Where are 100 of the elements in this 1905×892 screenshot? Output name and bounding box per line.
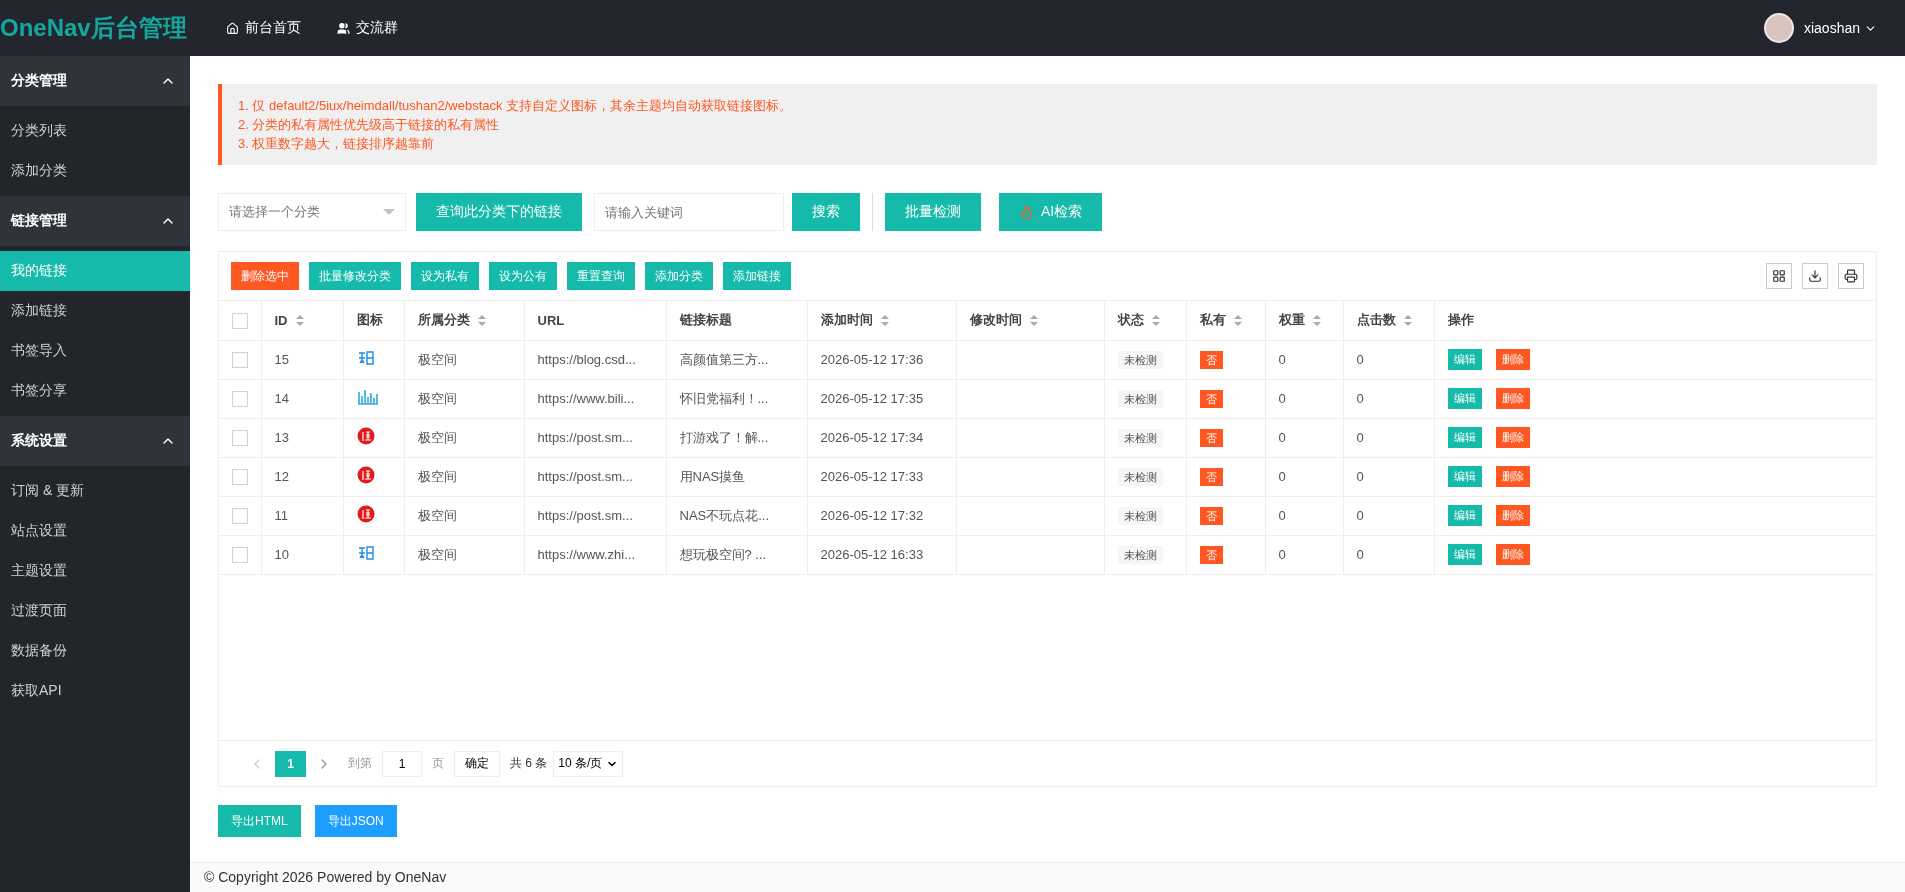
delete-button[interactable]: 删除 [1495, 466, 1530, 487]
select-all-checkbox[interactable] [232, 312, 248, 329]
batch-check-button[interactable]: 批量检测 [885, 193, 981, 231]
seal-icon [356, 427, 375, 445]
column-header: 所属分类 [417, 311, 470, 330]
home-icon [226, 21, 239, 35]
sort-icon[interactable] [1233, 314, 1242, 326]
sidebar-item[interactable]: 获取API [0, 671, 190, 711]
ai-search-button[interactable]: AI检索 [999, 193, 1103, 231]
sort-icon[interactable] [1151, 314, 1160, 326]
table-cell: 0 [1265, 496, 1343, 535]
table-cell: 0 [1343, 418, 1434, 457]
sort-icon[interactable] [295, 314, 304, 326]
page-button[interactable]: 1 [275, 750, 306, 777]
category-select[interactable]: 请选择一个分类 [218, 193, 406, 231]
column-header: 修改时间 [969, 311, 1022, 330]
table-cell: https://post.sm... [524, 496, 666, 535]
sidebar-group-header[interactable]: 分类管理 [0, 56, 190, 106]
sidebar-item[interactable]: 书签分享 [0, 371, 190, 411]
table-cell: 0 [1265, 535, 1343, 574]
row-checkbox[interactable] [232, 507, 248, 524]
column-header: 添加时间 [820, 311, 873, 330]
sidebar-group-header[interactable]: 系统设置 [0, 416, 190, 466]
row-checkbox[interactable] [232, 390, 248, 407]
table-cell: 2026-05-12 16:33 [807, 535, 956, 574]
seal-icon [356, 466, 375, 484]
notice-line: 2. 分类的私有属性优先级高于链接的私有属性 [238, 116, 501, 134]
toolbar-button[interactable]: 批量修改分类 [309, 262, 401, 290]
edit-button[interactable]: 编辑 [1447, 349, 1482, 370]
export-button[interactable]: 导出HTML [218, 805, 301, 837]
user-avatar[interactable] [1763, 13, 1794, 43]
toolbar-button[interactable]: 设为公有 [489, 262, 557, 290]
table-cell: 0 [1343, 457, 1434, 496]
table-cell: 极空间 [404, 340, 524, 379]
table-cell: 2026-05-12 17:35 [807, 379, 956, 418]
search-button[interactable]: 搜索 [792, 193, 860, 231]
sidebar-item[interactable]: 我的链接 [0, 251, 190, 291]
toolbar-button[interactable]: 添加分类 [645, 262, 713, 290]
private-tag: 否 [1199, 428, 1223, 447]
edit-button[interactable]: 编辑 [1447, 505, 1482, 526]
table-cell: 2026-05-12 17:36 [807, 340, 956, 379]
sort-icon[interactable] [880, 314, 889, 326]
confirm-button[interactable]: 确定 [454, 750, 500, 777]
bars-icon [356, 388, 379, 406]
sidebar-group-header[interactable]: 链接管理 [0, 196, 190, 246]
row-checkbox[interactable] [232, 546, 248, 563]
users-icon [337, 21, 350, 35]
sort-icon[interactable] [477, 314, 486, 326]
row-checkbox[interactable] [232, 468, 248, 485]
app-logo[interactable]: OneNav后台管理 [0, 12, 190, 44]
export-button[interactable] [1802, 263, 1828, 289]
table-cell: 2026-05-12 17:33 [807, 457, 956, 496]
toolbar-button[interactable]: 重置查询 [567, 262, 635, 290]
sidebar-item[interactable]: 分类列表 [0, 111, 190, 151]
row-checkbox[interactable] [232, 351, 248, 368]
sidebar-item[interactable]: 书签导入 [0, 331, 190, 371]
toolbar-button[interactable]: 设为私有 [411, 262, 479, 290]
private-tag: 否 [1199, 467, 1223, 486]
query-button[interactable]: 查询此分类下的链接 [416, 193, 582, 231]
delete-button[interactable]: 删除 [1495, 427, 1530, 448]
grid-icon [1772, 269, 1786, 283]
sort-icon[interactable] [1312, 314, 1321, 326]
delete-button[interactable]: 删除 [1495, 544, 1530, 565]
keyword-field[interactable]: 请输入关键词 [594, 193, 784, 231]
sidebar-item[interactable]: 数据备份 [0, 631, 190, 671]
sidebar-item[interactable]: 添加链接 [0, 291, 190, 331]
toolbar-button[interactable]: 删除选中 [231, 262, 299, 290]
page-field[interactable]: 1 [382, 750, 422, 777]
sidebar-item[interactable]: 订阅 & 更新 [0, 471, 190, 511]
table-cell: 0 [1343, 340, 1434, 379]
sort-icon[interactable] [1403, 314, 1412, 326]
sort-icon[interactable] [1029, 314, 1038, 326]
edit-button[interactable]: 编辑 [1447, 544, 1482, 565]
nav-link[interactable]: 前台首页 [226, 19, 301, 37]
table-cell: 2026-05-12 17:34 [807, 418, 956, 457]
goto-label: 到第 [348, 755, 372, 772]
nav-link[interactable]: 交流群 [337, 19, 398, 37]
seal-icon [356, 505, 375, 523]
sidebar-item[interactable]: 站点设置 [0, 511, 190, 551]
column-header: 操作 [1447, 311, 1474, 330]
print-button[interactable] [1838, 263, 1864, 289]
status-tag: 未检测 [1117, 389, 1163, 408]
private-tag: 否 [1199, 545, 1223, 564]
delete-button[interactable]: 删除 [1495, 388, 1530, 409]
sidebar-item[interactable]: 过渡页面 [0, 591, 190, 631]
row-checkbox[interactable] [232, 429, 248, 446]
toolbar-button[interactable]: 添加链接 [723, 262, 791, 290]
edit-button[interactable]: 编辑 [1447, 388, 1482, 409]
sidebar-item[interactable]: 添加分类 [0, 151, 190, 191]
per-page-select[interactable]: 10 条/页 [553, 750, 624, 777]
edit-button[interactable]: 编辑 [1447, 466, 1482, 487]
user-menu[interactable]: xiaoshan [1803, 20, 1877, 36]
table-cell: NAS不玩点花... [666, 496, 807, 535]
delete-button[interactable]: 删除 [1495, 349, 1530, 370]
delete-button[interactable]: 删除 [1495, 505, 1530, 526]
edit-button[interactable]: 编辑 [1447, 427, 1482, 448]
columns-button[interactable] [1766, 263, 1792, 289]
table-cell: 14 [261, 379, 343, 418]
export-button[interactable]: 导出JSON [314, 805, 397, 837]
sidebar-item[interactable]: 主题设置 [0, 551, 190, 591]
